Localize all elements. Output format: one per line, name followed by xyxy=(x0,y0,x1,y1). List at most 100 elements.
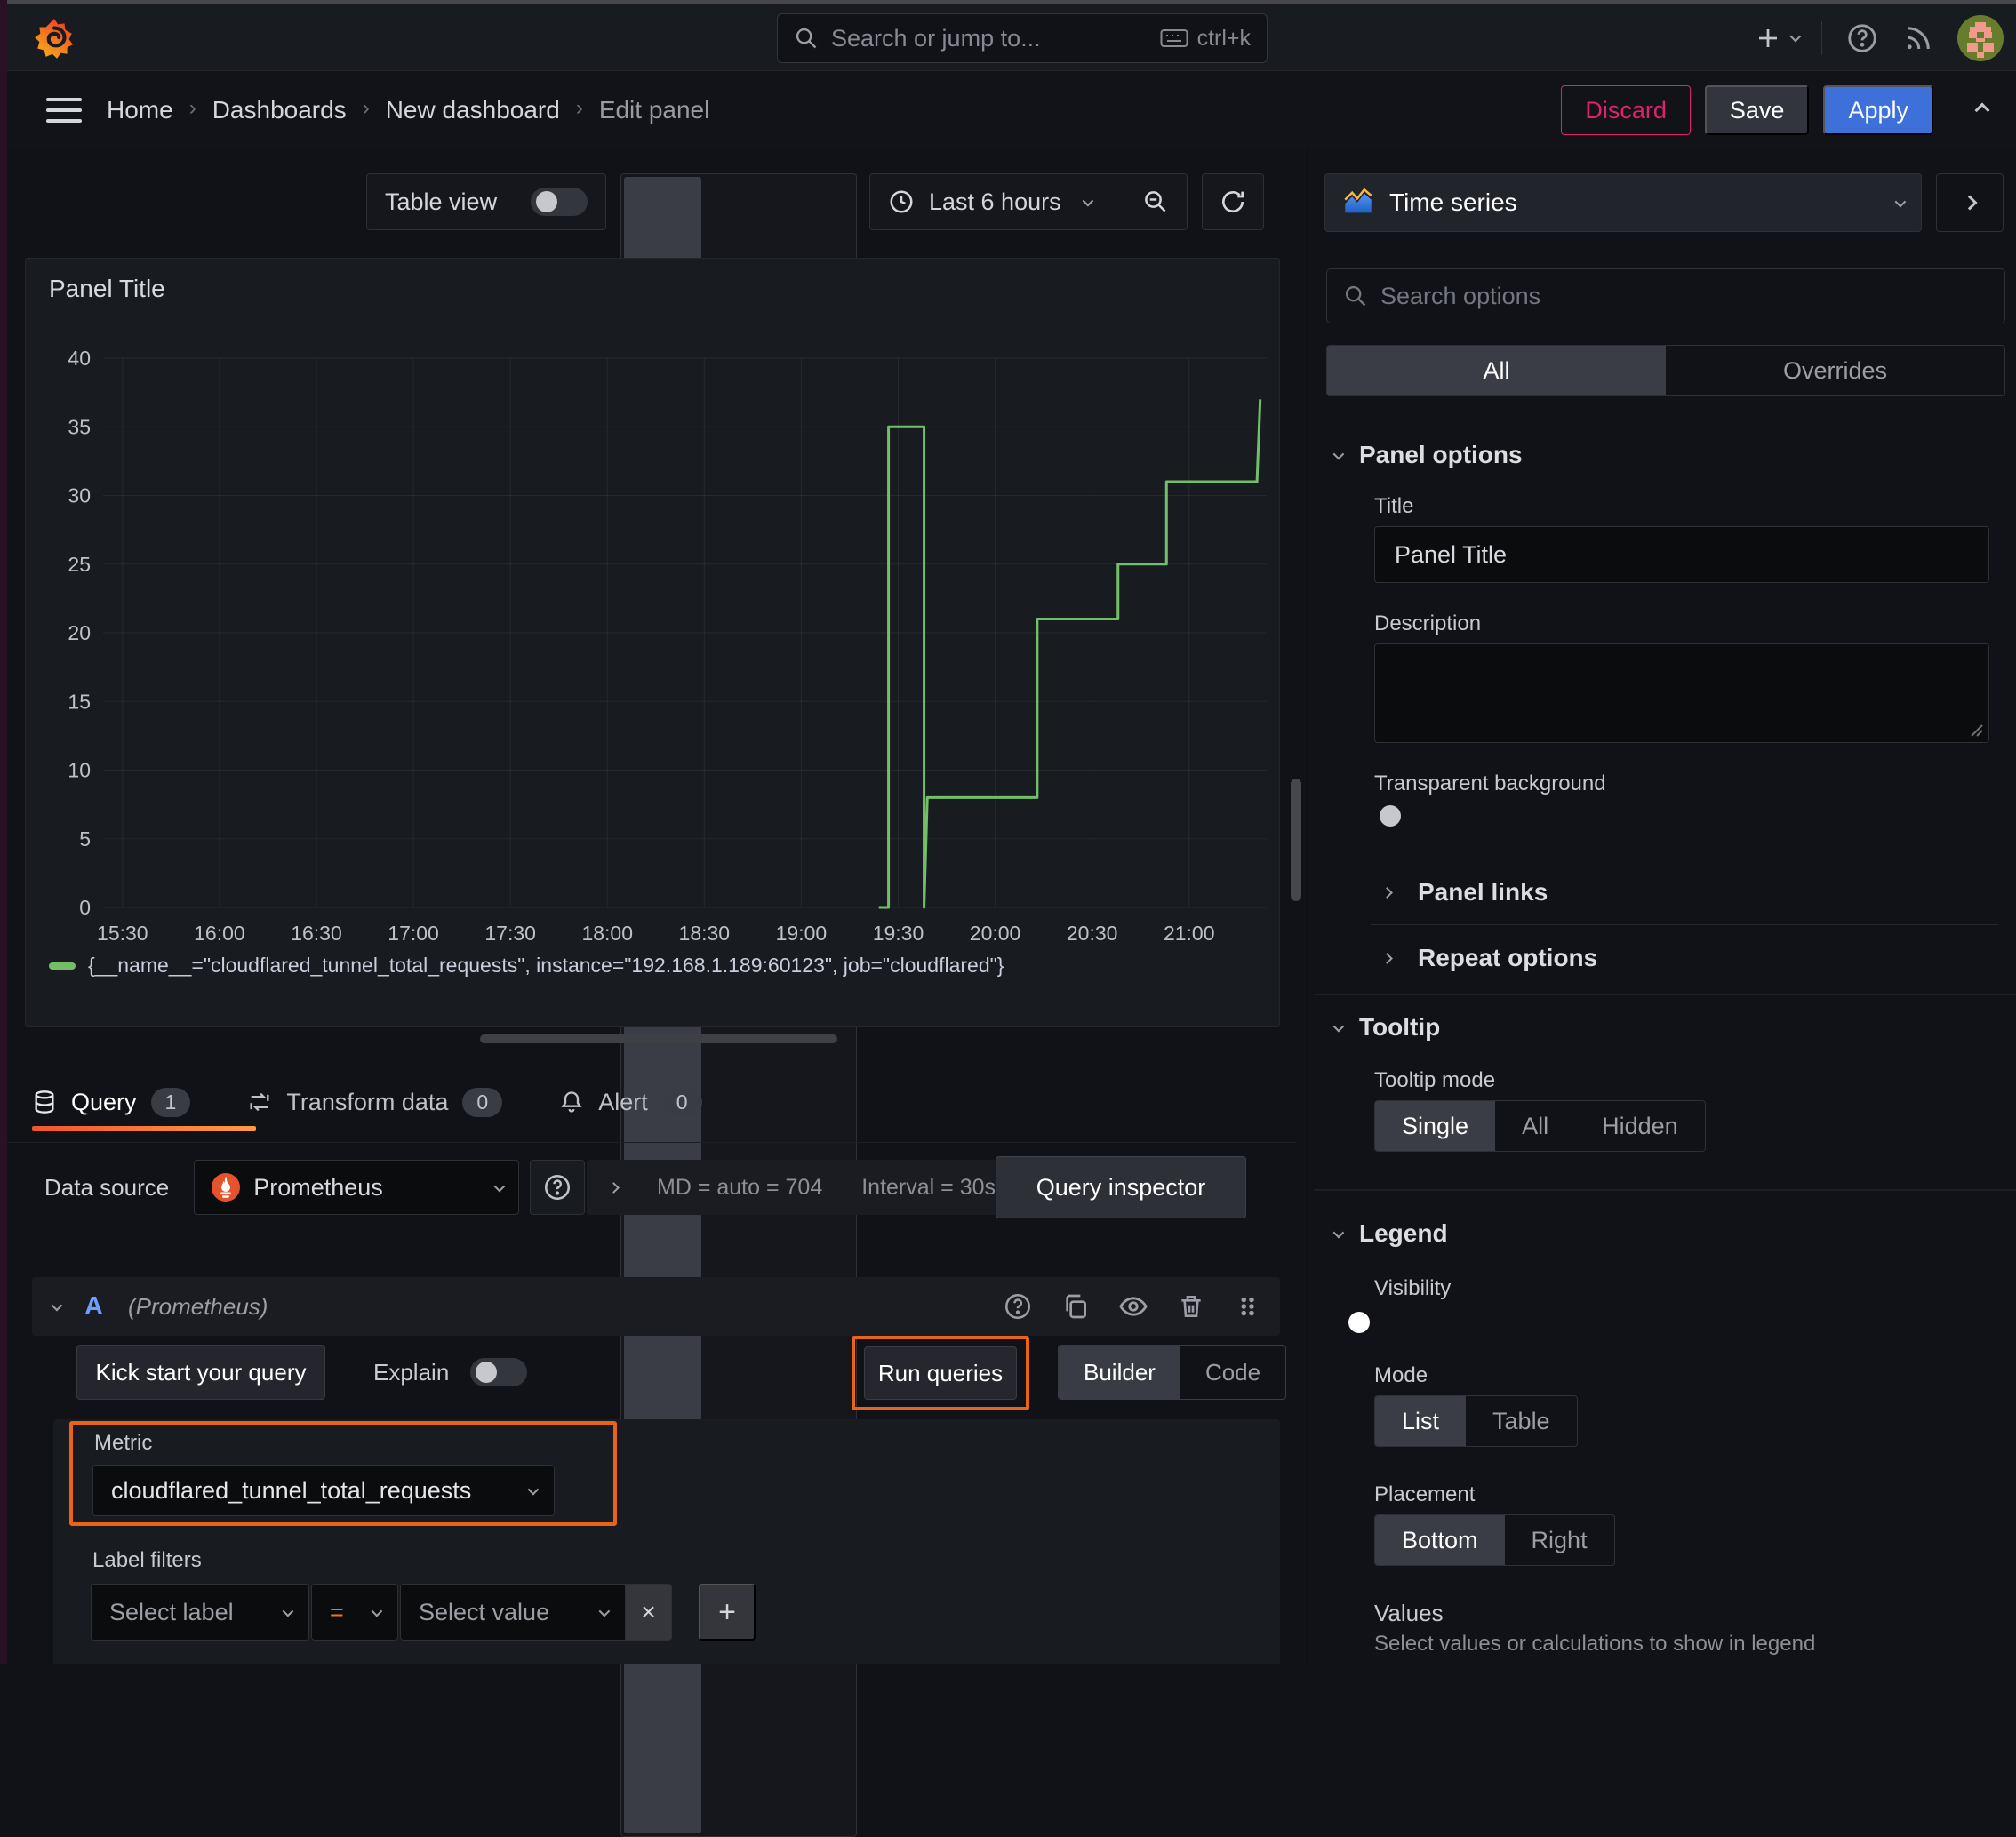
time-series-chart[interactable]: 051015202530354015:3016:0016:3017:0017:3… xyxy=(33,343,1274,965)
chevron-right-icon xyxy=(608,1182,620,1194)
svg-text:25: 25 xyxy=(68,553,91,576)
run-queries-button[interactable]: Run queries xyxy=(864,1346,1017,1400)
series-label[interactable]: {__name__="cloudflared_tunnel_total_requ… xyxy=(88,954,1004,978)
window-left-edge xyxy=(0,0,7,1664)
drag-handle-icon[interactable] xyxy=(1234,1293,1260,1320)
chevron-down-icon xyxy=(494,1180,506,1192)
plus-icon xyxy=(1755,25,1781,52)
toggle-visibility-icon[interactable] xyxy=(1118,1291,1148,1322)
tab-alert[interactable]: Alert 0 xyxy=(559,1071,701,1133)
alert-count-badge: 0 xyxy=(662,1088,702,1117)
query-inspector-button[interactable]: Query inspector xyxy=(996,1156,1246,1218)
tab-overrides[interactable]: Overrides xyxy=(1666,346,2004,395)
scrollbar-thumb[interactable] xyxy=(1291,779,1301,901)
help-button[interactable] xyxy=(1845,21,1879,55)
tooltip-single-option[interactable]: Single xyxy=(1375,1101,1495,1151)
global-search-input[interactable]: Search or jump to... ctrl+k xyxy=(777,13,1268,63)
explain-toggle[interactable] xyxy=(470,1358,527,1386)
panel-actions: Discard Save Apply xyxy=(1561,85,2002,135)
add-filter-button[interactable]: + xyxy=(699,1584,756,1641)
table-view-toggle[interactable] xyxy=(531,188,588,216)
legend-mode-list[interactable]: List xyxy=(1375,1396,1466,1446)
legend-placement-right[interactable]: Right xyxy=(1505,1515,1614,1565)
query-row-datasource: (Prometheus) xyxy=(128,1293,268,1321)
breadcrumb: Home › Dashboards › New dashboard › Edit… xyxy=(107,96,709,124)
svg-text:17:00: 17:00 xyxy=(388,922,439,945)
legend-placement-bottom[interactable]: Bottom xyxy=(1375,1515,1505,1565)
duplicate-query-icon[interactable] xyxy=(1061,1292,1090,1321)
prometheus-icon xyxy=(211,1172,241,1202)
resize-handle-icon[interactable] xyxy=(1969,723,1983,737)
query-row-actions xyxy=(1003,1291,1260,1322)
search-icon xyxy=(794,26,819,51)
grafana-logo-icon[interactable] xyxy=(32,16,76,60)
chevron-down-icon xyxy=(1333,1226,1345,1238)
menu-toggle-button[interactable] xyxy=(46,98,82,123)
datasource-help-button[interactable] xyxy=(530,1160,585,1215)
collapse-query-icon[interactable] xyxy=(52,1299,63,1311)
query-row-header[interactable]: A (Prometheus) xyxy=(32,1277,1280,1336)
chevron-down-icon xyxy=(283,1605,294,1617)
panel-options-header[interactable]: Panel options xyxy=(1333,441,1523,469)
options-search-input[interactable]: Search options xyxy=(1326,268,2005,323)
save-button[interactable]: Save xyxy=(1705,85,1810,135)
legend-placement-label: Placement xyxy=(1374,1482,1475,1507)
legend-values-label: Values xyxy=(1374,1600,1444,1627)
remove-filter-button[interactable]: × xyxy=(626,1584,672,1641)
interval: Interval = 30s xyxy=(861,1175,996,1201)
news-button[interactable] xyxy=(1902,22,1934,54)
legend-placement-segmented: Bottom Right xyxy=(1374,1514,1615,1566)
description-textarea[interactable] xyxy=(1374,643,1989,743)
query-help-icon[interactable] xyxy=(1003,1291,1033,1322)
builder-option[interactable]: Builder xyxy=(1059,1346,1180,1399)
chevron-down-icon xyxy=(1082,195,1093,206)
visualization-picker[interactable]: Time series xyxy=(1324,173,1922,232)
delete-query-icon[interactable] xyxy=(1177,1292,1205,1321)
svg-text:20:30: 20:30 xyxy=(1067,922,1118,945)
table-view-control: Table view xyxy=(366,173,606,230)
add-menu-button[interactable] xyxy=(1755,25,1798,52)
builder-code-segmented: Builder Code xyxy=(1058,1345,1286,1400)
tab-query[interactable]: Query 1 xyxy=(32,1071,190,1133)
time-range-control: Last 6 hours xyxy=(869,173,1188,230)
tooltip-hidden-option[interactable]: Hidden xyxy=(1575,1101,1705,1151)
chevron-right-icon: › xyxy=(363,96,370,121)
legend-mode-table[interactable]: Table xyxy=(1466,1396,1577,1446)
chevron-up-icon xyxy=(1975,103,1990,118)
select-value-dropdown[interactable]: Select value xyxy=(400,1584,626,1641)
data-source-select[interactable]: Prometheus xyxy=(194,1160,519,1215)
time-range-picker[interactable]: Last 6 hours xyxy=(870,188,1124,216)
apply-button[interactable]: Apply xyxy=(1823,85,1933,135)
code-option[interactable]: Code xyxy=(1180,1346,1285,1399)
repeat-options-header[interactable]: Repeat options xyxy=(1383,944,1597,972)
tab-transform-data[interactable]: Transform data 0 xyxy=(247,1071,502,1133)
tooltip-all-option[interactable]: All xyxy=(1495,1101,1575,1151)
svg-text:16:30: 16:30 xyxy=(291,922,342,945)
discard-button[interactable]: Discard xyxy=(1561,85,1691,135)
collapse-header-button[interactable] xyxy=(1963,105,2002,116)
series-color-swatch xyxy=(49,962,76,970)
panel-resize-handle[interactable] xyxy=(480,1034,837,1043)
kick-start-query-button[interactable]: Kick start your query xyxy=(76,1345,325,1400)
legend-header[interactable]: Legend xyxy=(1333,1219,1448,1248)
operator-dropdown[interactable]: = xyxy=(311,1584,398,1641)
svg-text:16:00: 16:00 xyxy=(194,922,245,945)
tooltip-header[interactable]: Tooltip xyxy=(1333,1013,1440,1042)
tab-all[interactable]: All xyxy=(1327,346,1666,395)
chevron-down-icon xyxy=(1790,31,1802,43)
zoom-out-button[interactable] xyxy=(1124,174,1187,229)
panel-title-input[interactable]: Panel Title xyxy=(1374,526,1989,583)
breadcrumb-home[interactable]: Home xyxy=(107,96,173,124)
svg-text:40: 40 xyxy=(68,347,91,370)
chart-legend[interactable]: {__name__="cloudflared_tunnel_total_requ… xyxy=(49,954,1004,978)
user-avatar[interactable] xyxy=(1957,15,2004,61)
collapse-options-pane-button[interactable] xyxy=(1936,173,2004,232)
visualization-value: Time series xyxy=(1389,188,1879,217)
breadcrumb-dashboards[interactable]: Dashboards xyxy=(212,96,347,124)
breadcrumb-new-dashboard[interactable]: New dashboard xyxy=(386,96,560,124)
refresh-button[interactable] xyxy=(1202,173,1264,230)
metric-select[interactable]: cloudflared_tunnel_total_requests xyxy=(92,1465,555,1516)
help-icon xyxy=(542,1172,572,1202)
select-label-dropdown[interactable]: Select label xyxy=(91,1584,309,1641)
panel-links-header[interactable]: Panel links xyxy=(1383,878,1548,907)
